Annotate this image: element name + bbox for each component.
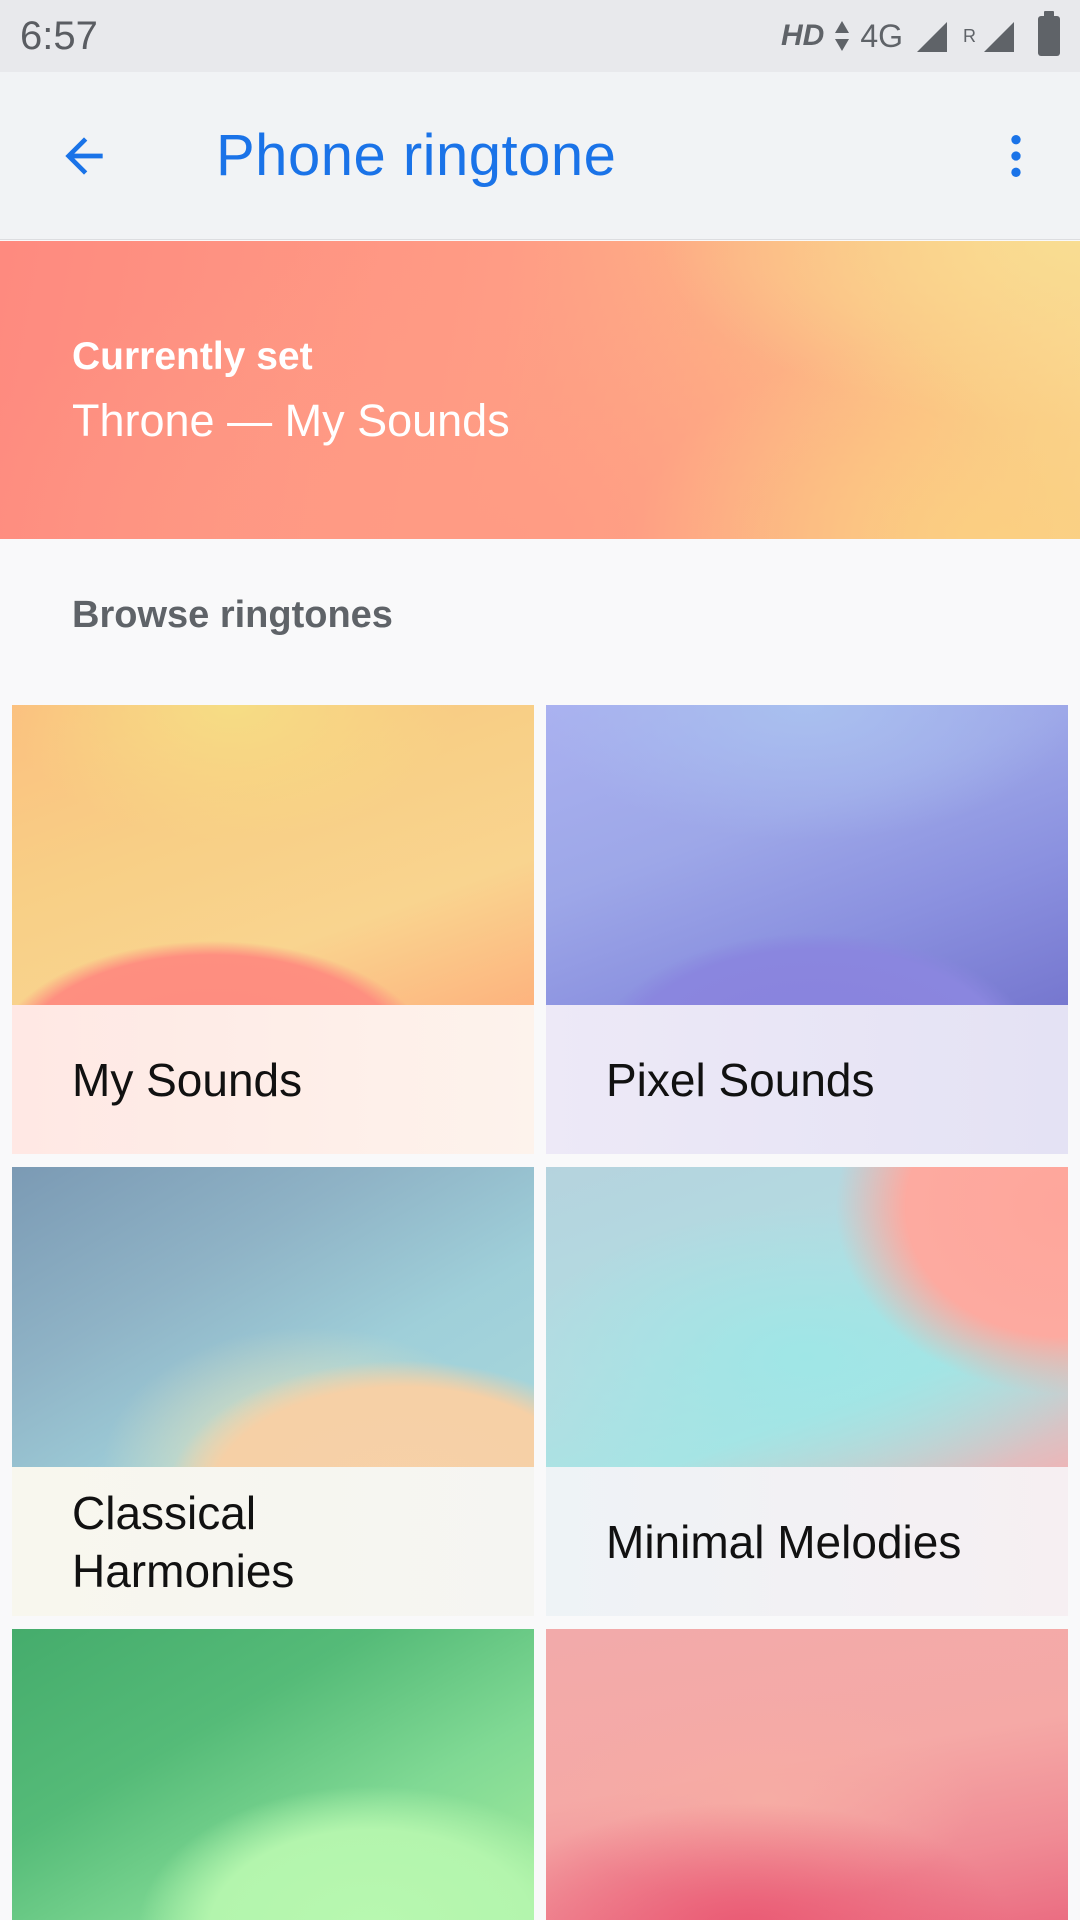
category-card-pixel-sounds[interactable]: Pixel Sounds bbox=[546, 705, 1068, 1154]
category-artwork bbox=[12, 1167, 534, 1467]
category-card-classical-harmonies[interactable]: Classical Harmonies bbox=[12, 1167, 534, 1616]
category-artwork bbox=[546, 1629, 1068, 1920]
category-card-6[interactable] bbox=[546, 1629, 1068, 1920]
battery-icon bbox=[1038, 11, 1060, 56]
more-options-button[interactable] bbox=[976, 106, 1056, 206]
category-artwork bbox=[12, 1629, 534, 1920]
category-caption: My Sounds bbox=[12, 1005, 534, 1154]
back-button[interactable] bbox=[34, 106, 134, 206]
category-label: Classical Harmonies bbox=[72, 1486, 295, 1597]
category-artwork bbox=[546, 1167, 1068, 1467]
category-card-my-sounds[interactable]: My Sounds bbox=[12, 705, 534, 1154]
category-label: Minimal Melodies bbox=[606, 1515, 962, 1568]
current-ringtone-value: Throne — My Sounds bbox=[72, 395, 510, 446]
current-ringtone-banner[interactable]: Currently set Throne — My Sounds bbox=[0, 241, 1080, 539]
status-icons: HD 4G R bbox=[780, 11, 1060, 56]
category-card-5[interactable] bbox=[12, 1629, 534, 1920]
category-card-minimal-melodies[interactable]: Minimal Melodies bbox=[546, 1167, 1068, 1616]
status-bar: 6:57 HD 4G R bbox=[0, 0, 1080, 72]
category-caption: Pixel Sounds bbox=[546, 1005, 1068, 1154]
app-bar: Phone ringtone bbox=[0, 72, 1080, 240]
category-caption: Classical Harmonies bbox=[12, 1467, 534, 1616]
more-vert-icon bbox=[1011, 134, 1021, 177]
data-activity-icon bbox=[834, 19, 850, 53]
browse-section-title: Browse ringtones bbox=[72, 594, 393, 636]
arrow-back-icon bbox=[65, 136, 103, 175]
roaming-indicator: R bbox=[963, 26, 976, 46]
status-time: 6:57 bbox=[20, 13, 98, 58]
page-title: Phone ringtone bbox=[216, 123, 617, 188]
category-caption: Minimal Melodies bbox=[546, 1467, 1068, 1616]
category-label: My Sounds bbox=[72, 1053, 303, 1106]
category-artwork bbox=[12, 705, 534, 1005]
category-artwork bbox=[546, 705, 1068, 1005]
signal-icon bbox=[917, 22, 947, 52]
category-label: Pixel Sounds bbox=[606, 1053, 875, 1106]
network-type: 4G bbox=[860, 17, 903, 54]
signal-roaming-icon bbox=[984, 22, 1014, 52]
current-ringtone-label: Currently set bbox=[72, 335, 313, 378]
hd-voice-indicator: HD bbox=[780, 19, 825, 52]
